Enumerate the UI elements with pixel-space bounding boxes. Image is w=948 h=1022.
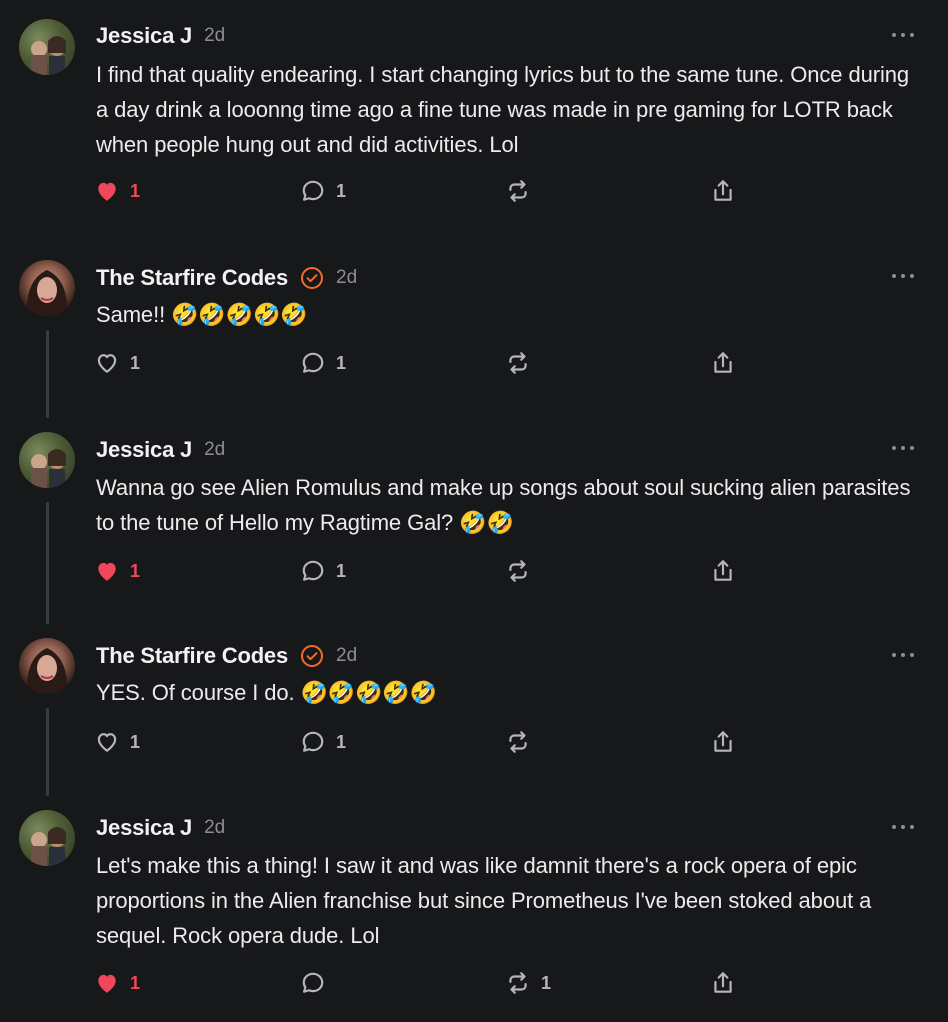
restack-button[interactable] (505, 556, 541, 586)
restack-arrows-icon (509, 731, 527, 753)
ellipsis-icon (892, 33, 896, 37)
like-count: 1 (130, 731, 141, 752)
reply-button[interactable]: 1 (300, 176, 346, 206)
share-upload-icon (714, 731, 732, 752)
verified-check-badge-icon (301, 645, 324, 667)
like-count: 1 (130, 180, 141, 201)
share-button[interactable] (710, 348, 736, 378)
author-name[interactable]: Jessica J (96, 815, 192, 841)
share-button[interactable] (710, 727, 736, 757)
like-button[interactable]: 1 (94, 727, 140, 757)
comment-text: YES. Of course I do. 🤣🤣🤣🤣🤣 (96, 680, 438, 705)
timestamp[interactable]: 2d (204, 25, 225, 47)
more-options-button[interactable] (888, 647, 918, 663)
restack-arrows-icon (509, 180, 527, 202)
reply-button[interactable] (300, 968, 336, 998)
more-options-button[interactable] (888, 819, 918, 835)
share-upload-icon (714, 972, 732, 993)
reply-button[interactable]: 1 (300, 727, 346, 757)
share-button[interactable] (710, 556, 736, 586)
reply-count: 1 (336, 352, 347, 373)
like-count: 1 (130, 560, 141, 581)
like-button[interactable]: 1 (94, 556, 140, 586)
reply-count: 1 (336, 560, 347, 581)
like-count: 1 (130, 352, 141, 373)
restack-button[interactable] (505, 176, 541, 206)
like-button[interactable]: 1 (94, 348, 140, 378)
heart-icon (98, 974, 116, 993)
speech-bubble-icon (302, 731, 324, 752)
speech-bubble-icon (302, 972, 324, 993)
heart-icon (98, 562, 116, 581)
restack-count: 1 (541, 972, 552, 993)
share-upload-icon (714, 560, 732, 581)
restack-arrows-icon (509, 560, 527, 582)
timestamp[interactable]: 2d (204, 817, 225, 839)
reply-button[interactable]: 1 (300, 556, 346, 586)
heart-icon (98, 182, 116, 201)
avatar[interactable] (19, 810, 75, 866)
comment-text: I find that quality endearing. I start c… (96, 62, 910, 157)
timestamp[interactable]: 2d (336, 267, 357, 289)
author-name[interactable]: Jessica J (96, 437, 192, 463)
avatar[interactable] (19, 638, 75, 694)
restack-arrows-icon (509, 352, 527, 374)
heart-icon (97, 733, 117, 752)
share-button[interactable] (710, 176, 736, 206)
more-options-button[interactable] (888, 440, 918, 456)
author-name[interactable]: Jessica J (96, 23, 192, 49)
timestamp[interactable]: 2d (336, 645, 357, 667)
heart-icon (97, 354, 117, 373)
avatar[interactable] (19, 260, 75, 316)
ellipsis-icon (892, 446, 896, 450)
verified-check-badge-icon (301, 267, 324, 289)
timestamp[interactable]: 2d (204, 439, 225, 461)
comment-text: Same!! 🤣🤣🤣🤣🤣 (96, 302, 308, 327)
reply-count: 1 (336, 731, 347, 752)
ellipsis-icon (892, 825, 896, 829)
reply-count: 1 (336, 180, 347, 201)
share-upload-icon (714, 352, 732, 373)
restack-button[interactable] (505, 727, 541, 757)
share-upload-icon (714, 180, 732, 201)
speech-bubble-icon (302, 560, 324, 581)
reply-button[interactable]: 1 (300, 348, 346, 378)
author-name[interactable]: The Starfire Codes (96, 265, 288, 291)
ellipsis-icon (892, 653, 896, 657)
speech-bubble-icon (302, 352, 324, 373)
share-button[interactable] (710, 968, 736, 998)
avatar[interactable] (19, 19, 75, 75)
restack-button[interactable] (505, 348, 541, 378)
avatar[interactable] (19, 432, 75, 488)
comment-text: Wanna go see Alien Romulus and make up s… (96, 475, 911, 535)
more-options-button[interactable] (888, 27, 918, 43)
speech-bubble-icon (302, 180, 324, 201)
like-button[interactable]: 1 (94, 176, 140, 206)
like-button[interactable]: 1 (94, 968, 140, 998)
author-name[interactable]: The Starfire Codes (96, 643, 288, 669)
like-count: 1 (130, 972, 141, 993)
restack-arrows-icon (509, 972, 527, 994)
comment-text: Let's make this a thing! I saw it and wa… (96, 853, 872, 948)
more-options-button[interactable] (888, 268, 918, 284)
restack-button[interactable]: 1 (505, 968, 551, 998)
ellipsis-icon (892, 274, 896, 278)
